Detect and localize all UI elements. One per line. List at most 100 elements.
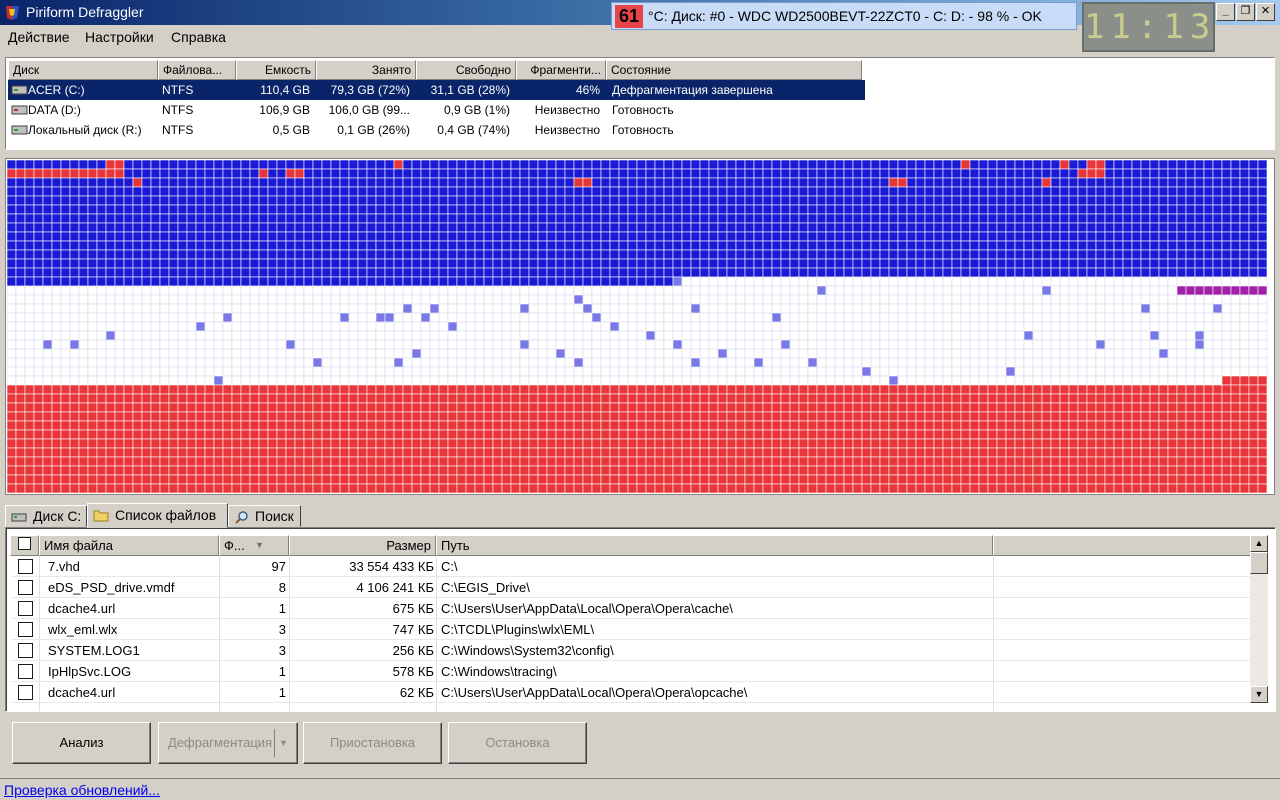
cluster-map[interactable] [5,158,1275,495]
drive-col-free[interactable]: Свободно [416,60,516,80]
defrag-button[interactable]: Дефрагментация ▼ [158,722,298,764]
file-col-size[interactable]: Размер [289,535,436,556]
table-row[interactable]: 7.vhd 97 33 554 433 КБ C:\ [11,556,1251,577]
drive-col-status[interactable]: Состояние [606,60,862,80]
file-path: C:\ [441,559,458,574]
file-size: 256 КБ [392,643,434,658]
drive-row[interactable]: ACER (C:) NTFS 110,4 GB 79,3 GB (72%) 31… [8,80,865,100]
drive-capacity: 110,4 GB [260,83,310,97]
file-col-frags[interactable]: Ф... ▼ [219,535,289,556]
table-row[interactable]: eDS_PSD_drive.vmdf 8 4 106 241 КБ C:\EGI… [11,577,1251,598]
select-all-checkbox[interactable] [18,537,31,550]
cluster-map-grid [7,160,1268,494]
drive-name: DATA (D:) [28,103,81,117]
folder-icon [93,510,109,522]
drive-used: 79,3 GB (72%) [330,83,410,97]
file-path: C:\Windows\System32\config\ [441,643,614,658]
row-checkbox[interactable] [18,601,33,616]
row-checkbox[interactable] [18,622,33,637]
file-path: C:\Windows\tracing\ [441,664,557,679]
tab-file-list-label: Список файлов [115,507,217,523]
close-button[interactable]: ✕ [1256,3,1275,21]
table-row[interactable]: IpHlpSvc.LOG 1 578 КБ C:\Windows\tracing… [11,661,1251,682]
row-checkbox[interactable] [18,580,33,595]
drive-capacity: 106,9 GB [259,103,310,117]
hard-drive-icon [11,105,28,115]
table-row[interactable]: wlx_eml.wlx 3 747 КБ C:\TCDL\Plugins\wlx… [11,619,1251,640]
temperature-text: °C: Диск: #0 - WDC WD2500BEVT-22ZCT0 - C… [648,8,1042,24]
table-row[interactable]: dcache4.url 1 675 КБ C:\Users\User\AppDa… [11,598,1251,619]
file-path: C:\TCDL\Plugins\wlx\EML\ [441,622,595,637]
file-frags: 1 [278,601,286,616]
scroll-down-button[interactable]: ▼ [1250,686,1268,703]
sort-desc-icon: ▼ [255,540,264,550]
tab-drive[interactable]: Диск C: [5,505,87,527]
drive-col-capacity[interactable]: Емкость [236,60,316,80]
file-col-frags-label: Ф... [224,538,245,553]
chevron-down-icon[interactable]: ▼ [279,723,288,763]
file-list-scrollbar[interactable]: ▲ ▼ [1250,535,1268,703]
row-checkbox[interactable] [18,685,33,700]
file-name: dcache4.url [48,685,116,700]
tab-search-label: Поиск [255,508,294,524]
drive-used: 0,1 GB (26%) [337,123,410,137]
select-all-header[interactable] [10,535,39,556]
file-path: C:\Users\User\AppData\Local\Opera\Opera\… [441,685,748,700]
drive-col-fs[interactable]: Файлова... [158,60,236,80]
file-size: 747 КБ [392,622,434,637]
drive-row[interactable]: Локальный диск (R:) NTFS 0,5 GB 0,1 GB (… [8,120,865,140]
drive-status: Дефрагментация завершена [612,83,773,97]
drive-fs: NTFS [162,103,194,117]
drive-capacity: 0,5 GB [272,123,310,137]
drive-free: 0,4 GB (74%) [437,123,510,137]
file-col-name[interactable]: Имя файла [39,535,219,556]
drive-col-frag[interactable]: Фрагменти... [516,60,606,80]
file-size: 4 106 241 КБ [356,580,434,595]
drive-name: Локальный диск (R:) [28,123,142,137]
file-size: 675 КБ [392,601,434,616]
menu-action[interactable]: Действие [8,29,70,45]
file-name: 7.vhd [48,559,80,574]
table-row[interactable]: SYSTEM.LOG1 3 256 КБ C:\Windows\System32… [11,640,1251,661]
drive-fs: NTFS [162,83,194,97]
row-checkbox[interactable] [18,643,33,658]
table-row[interactable]: dcache4.url 1 62 КБ C:\Users\User\AppDat… [11,682,1251,703]
drive-used: 106,0 GB (99... [328,103,410,117]
row-checkbox[interactable] [18,664,33,679]
pause-button[interactable]: Приостановка [303,722,442,764]
file-name: dcache4.url [48,601,116,616]
drive-col-used[interactable]: Занято [316,60,416,80]
menu-bar: Действие Настройки Справка [0,25,1082,49]
stop-button[interactable]: Остановка [448,722,587,764]
file-path: C:\Users\User\AppData\Local\Opera\Opera\… [441,601,733,616]
check-updates-link[interactable]: Проверка обновлений... [4,782,160,798]
minimize-button[interactable]: _ [1216,3,1235,21]
drive-free: 31,1 GB (28%) [430,83,510,97]
tab-file-list[interactable]: Список файлов [87,503,228,528]
drive-icon [11,513,27,522]
file-col-path[interactable]: Путь [436,535,993,556]
row-checkbox[interactable] [18,559,33,574]
analyze-button[interactable]: Анализ [12,722,151,764]
menu-help[interactable]: Справка [171,29,226,45]
file-frags: 1 [278,685,286,700]
file-frags: 97 [271,559,286,574]
file-name: IpHlpSvc.LOG [48,664,132,679]
drive-name: ACER (C:) [28,83,85,97]
drive-frag: 46% [575,83,600,97]
restore-button[interactable]: ❐ [1236,3,1255,21]
hard-drive-icon [11,125,28,135]
file-size: 33 554 433 КБ [349,559,434,574]
file-frags: 3 [278,622,286,637]
tab-search[interactable]: Поиск [228,505,301,527]
drive-frag: Неизвестно [534,103,600,117]
file-frags: 8 [278,580,286,595]
file-path: C:\EGIS_Drive\ [441,580,530,595]
window-title: Piriform Defraggler [26,4,144,20]
drive-row[interactable]: DATA (D:) NTFS 106,9 GB 106,0 GB (99... … [8,100,865,120]
drive-col-disk[interactable]: Диск [8,60,158,80]
menu-settings[interactable]: Настройки [85,29,154,45]
scroll-thumb[interactable] [1250,552,1268,574]
scroll-up-button[interactable]: ▲ [1250,535,1268,552]
file-name: eDS_PSD_drive.vmdf [48,580,175,595]
